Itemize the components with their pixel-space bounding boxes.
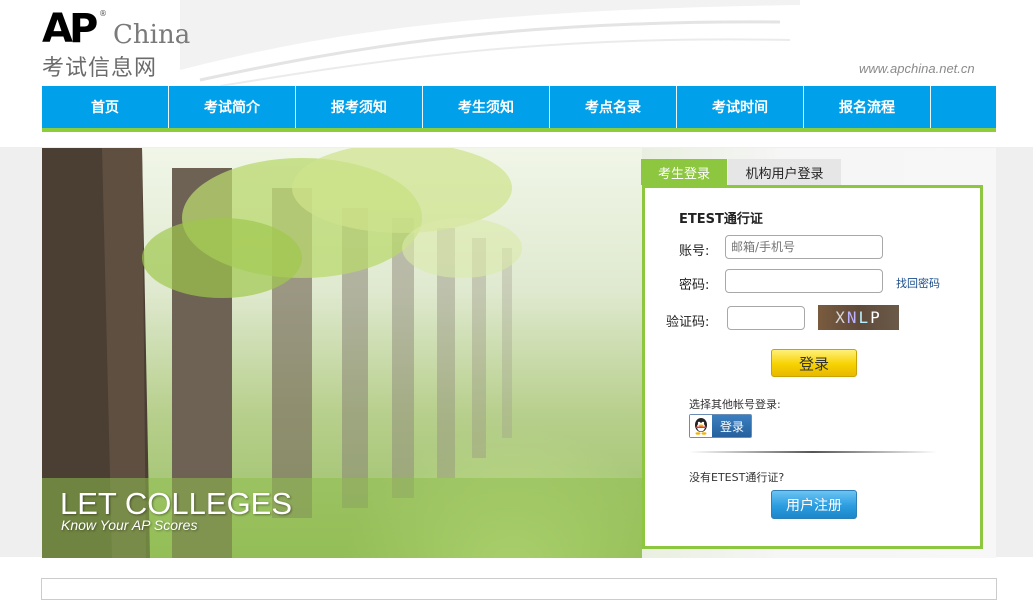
account-label: 账号: — [679, 244, 710, 259]
qq-login-label: 登录 — [720, 419, 745, 434]
banner-tagline: Know Your AP Scores — [61, 517, 198, 533]
nav-item-candidate-notes[interactable]: 考生须知 — [423, 86, 550, 128]
captcha-char: N — [846, 308, 859, 327]
nav-item-registration-process[interactable]: 报名流程 — [804, 86, 931, 128]
forgot-password-link[interactable]: 找回密码 — [896, 275, 940, 291]
nav-item-exam-intro[interactable]: 考试简介 — [169, 86, 296, 128]
divider — [689, 451, 937, 453]
tab-candidate-login[interactable]: 考生登录 — [641, 159, 727, 185]
nav-item-exam-schedule[interactable]: 考试时间 — [677, 86, 804, 128]
qq-login-button[interactable]: 登录 — [689, 414, 752, 438]
logo-registered-mark: ® — [99, 9, 107, 18]
main-nav: 首页 考试简介 报考须知 考生须知 考点名录 考试时间 报名流程 — [42, 86, 996, 128]
captcha-char: X — [835, 308, 847, 327]
captcha-image[interactable]: X N L P — [818, 305, 899, 330]
logo[interactable]: AP — [42, 6, 98, 52]
register-button[interactable]: 用户注册 — [771, 490, 857, 519]
captcha-char: L — [858, 308, 871, 327]
login-title: ETEST通行证 — [679, 212, 763, 227]
nav-item-registration-notes[interactable]: 报考须知 — [296, 86, 423, 128]
password-label: 密码: — [679, 278, 710, 293]
no-account-text: 没有ETEST通行证? — [689, 471, 785, 484]
account-input[interactable] — [725, 235, 883, 259]
captcha-label: 验证码: — [666, 315, 710, 330]
login-button[interactable]: 登录 — [771, 349, 857, 377]
captcha-input[interactable] — [727, 306, 805, 330]
qq-penguin-icon — [690, 415, 712, 437]
nav-underline — [42, 128, 996, 132]
logo-china-text: China — [113, 20, 191, 50]
content-panel — [41, 578, 997, 600]
password-input[interactable] — [725, 269, 883, 293]
nav-item-home[interactable]: 首页 — [42, 86, 169, 128]
other-account-login-label: 选择其他帐号登录: — [689, 398, 781, 411]
header: AP ® China 考试信息网 www.apchina.net.cn — [0, 0, 1033, 86]
tab-institution-login[interactable]: 机构用户登录 — [728, 159, 841, 185]
nav-item-test-centers[interactable]: 考点名录 — [550, 86, 677, 128]
site-url: www.apchina.net.cn — [859, 61, 975, 76]
header-swoosh-decoration — [180, 0, 800, 86]
logo-subtitle: 考试信息网 — [42, 56, 158, 81]
logo-ap-text: AP — [42, 6, 98, 52]
captcha-char: P — [870, 308, 882, 327]
